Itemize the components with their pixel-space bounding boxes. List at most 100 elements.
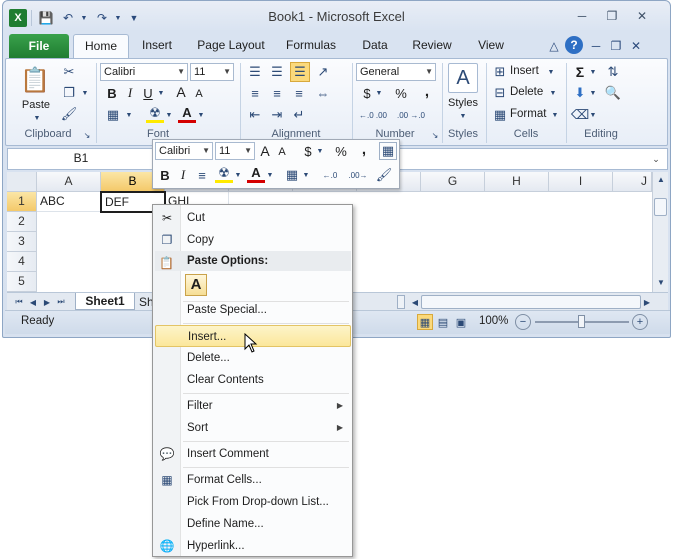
paste-icon[interactable]: 📋 <box>20 65 50 95</box>
menu-item-define-name[interactable]: Define Name... <box>155 513 351 535</box>
increase-indent-icon[interactable]: ⇥ <box>268 106 286 124</box>
mini-format-painter-icon[interactable]: 🖌 <box>375 166 393 184</box>
mini-currency-dropdown-icon[interactable]: ▼ <box>315 142 325 160</box>
restore-icon[interactable]: ❐ <box>599 7 625 25</box>
clipboard-launcher-icon[interactable]: ↘ <box>82 130 92 140</box>
copy-icon[interactable]: ❐ <box>60 84 78 102</box>
orientation-icon[interactable]: ↗ <box>314 63 332 81</box>
delete-cells-button[interactable]: Delete <box>510 86 543 98</box>
comma-button[interactable]: , <box>418 82 436 100</box>
mini-fill-color-icon[interactable]: ☢ <box>215 165 233 183</box>
column-header[interactable]: G <box>421 172 485 192</box>
tab-insert[interactable]: Insert <box>133 38 181 58</box>
row-header[interactable]: 1 <box>7 192 37 212</box>
tab-file[interactable]: File <box>9 34 69 58</box>
shrink-font-button[interactable]: A <box>192 85 206 103</box>
menu-item-paste-special[interactable]: Paste Special... <box>155 299 351 321</box>
increase-decimal-button[interactable]: ←.0 .00 <box>356 106 390 124</box>
expand-formula-bar-icon[interactable]: ⌄ <box>649 151 663 167</box>
autosum-dropdown-icon[interactable]: ▼ <box>588 63 598 81</box>
column-header[interactable]: J <box>613 172 652 192</box>
row-header[interactable]: 2 <box>7 212 37 232</box>
fill-dropdown-icon[interactable]: ▼ <box>588 84 598 102</box>
tab-review[interactable]: Review <box>407 38 457 58</box>
number-launcher-icon[interactable]: ↘ <box>430 130 440 140</box>
fill-color-dropdown-icon[interactable]: ▼ <box>164 106 174 124</box>
name-box[interactable]: B1 <box>7 148 155 170</box>
mini-font-size-combo[interactable]: 11 ▼ <box>215 142 255 160</box>
mini-currency-button[interactable]: $ <box>301 142 315 160</box>
page-break-view-icon[interactable]: ▣ <box>453 314 469 330</box>
menu-item-sort[interactable]: Sort ▶ <box>155 417 351 439</box>
prev-sheet-icon[interactable]: ◀ <box>27 295 39 309</box>
workbook-restore-icon[interactable]: ❐ <box>607 37 625 55</box>
scroll-up-icon[interactable]: ▲ <box>654 174 668 184</box>
first-sheet-icon[interactable]: ⏮ <box>13 295 25 309</box>
align-left-icon[interactable]: ≡ <box>246 84 264 102</box>
insert-cells-button[interactable]: Insert <box>510 65 539 77</box>
horizontal-scroll-thumb[interactable] <box>421 295 641 309</box>
zoom-level[interactable]: 100% <box>479 315 508 327</box>
row-header[interactable]: 5 <box>7 272 37 292</box>
zoom-slider-thumb[interactable] <box>578 315 585 328</box>
mini-bold-button[interactable]: B <box>157 166 173 184</box>
menu-item-copy[interactable]: ❐ Copy <box>155 229 351 251</box>
scroll-thumb[interactable] <box>654 198 667 216</box>
align-right-icon[interactable]: ≡ <box>290 84 308 102</box>
mini-comma-button[interactable]: , <box>357 140 371 158</box>
insert-cells-icon[interactable]: ⊞ <box>492 63 508 81</box>
underline-dropdown-icon[interactable]: ▼ <box>156 84 166 102</box>
paste-button[interactable]: Paste <box>16 99 56 111</box>
scroll-down-icon[interactable]: ▼ <box>654 277 668 287</box>
menu-item-cut[interactable]: ✂ Cut <box>155 207 351 229</box>
column-header[interactable]: A <box>37 172 101 192</box>
find-select-icon[interactable]: 🔍 <box>604 84 622 102</box>
number-format-combo[interactable]: General ▼ <box>356 63 436 81</box>
bold-button[interactable]: B <box>104 84 120 102</box>
styles-button[interactable]: Styles <box>442 97 484 109</box>
last-sheet-icon[interactable]: ⏭ <box>55 295 67 309</box>
format-cells-button[interactable]: Format <box>510 108 546 120</box>
mini-format-table-icon[interactable]: ▦ <box>379 142 397 160</box>
sheet-tab-sheet1[interactable]: Sheet1 <box>75 293 135 310</box>
tab-split-handle[interactable] <box>397 295 405 309</box>
next-sheet-icon[interactable]: ▶ <box>41 295 53 309</box>
font-color-dropdown-icon[interactable]: ▼ <box>196 106 206 124</box>
borders-dropdown-icon[interactable]: ▼ <box>124 106 134 124</box>
format-painter-icon[interactable]: 🖌 <box>60 105 78 123</box>
tab-view[interactable]: View <box>469 38 513 58</box>
mini-center-icon[interactable]: ≡ <box>193 166 211 184</box>
mini-borders-dropdown-icon[interactable]: ▼ <box>301 166 311 184</box>
sort-filter-icon[interactable]: ⇅ <box>604 63 622 81</box>
styles-dropdown-icon[interactable]: ▼ <box>458 111 468 121</box>
close-icon[interactable]: ✕ <box>629 7 655 25</box>
font-name-combo[interactable]: Calibri ▼ <box>100 63 188 81</box>
paste-keep-formatting-button[interactable]: A <box>185 274 207 296</box>
align-bottom-icon[interactable]: ☰ <box>290 62 310 82</box>
column-header[interactable]: H <box>485 172 549 192</box>
decrease-decimal-button[interactable]: .00 →.0 <box>394 106 428 124</box>
help-icon[interactable]: ? <box>565 36 583 54</box>
clear-dropdown-icon[interactable]: ▼ <box>588 106 598 124</box>
mini-borders-icon[interactable]: ▦ <box>283 166 301 184</box>
zoom-out-icon[interactable]: − <box>515 314 531 330</box>
workbook-close-icon[interactable]: ✕ <box>627 37 645 55</box>
menu-item-format-cells[interactable]: ▦ Format Cells... <box>155 469 351 491</box>
column-header[interactable]: I <box>549 172 613 192</box>
paste-dropdown-icon[interactable]: ▼ <box>32 113 42 123</box>
font-color-icon[interactable]: A <box>178 105 196 123</box>
align-middle-icon[interactable]: ☰ <box>268 63 286 81</box>
font-size-combo[interactable]: 11 ▼ <box>190 63 234 81</box>
currency-dropdown-icon[interactable]: ▼ <box>374 84 384 102</box>
scroll-right-icon[interactable]: ▶ <box>641 295 653 309</box>
fill-color-icon[interactable]: ☢ <box>146 105 164 123</box>
normal-view-icon[interactable]: ▦ <box>417 314 433 330</box>
wrap-text-icon[interactable]: ↵ <box>290 106 308 124</box>
fill-icon[interactable]: ⬇ <box>572 84 588 102</box>
select-all-corner[interactable] <box>7 172 37 192</box>
minimize-icon[interactable]: ─ <box>569 7 595 25</box>
merge-center-icon[interactable]: ⇔ <box>314 84 332 102</box>
align-center-icon[interactable]: ≡ <box>268 84 286 102</box>
align-top-icon[interactable]: ☰ <box>246 63 264 81</box>
borders-icon[interactable]: ▦ <box>104 106 122 124</box>
